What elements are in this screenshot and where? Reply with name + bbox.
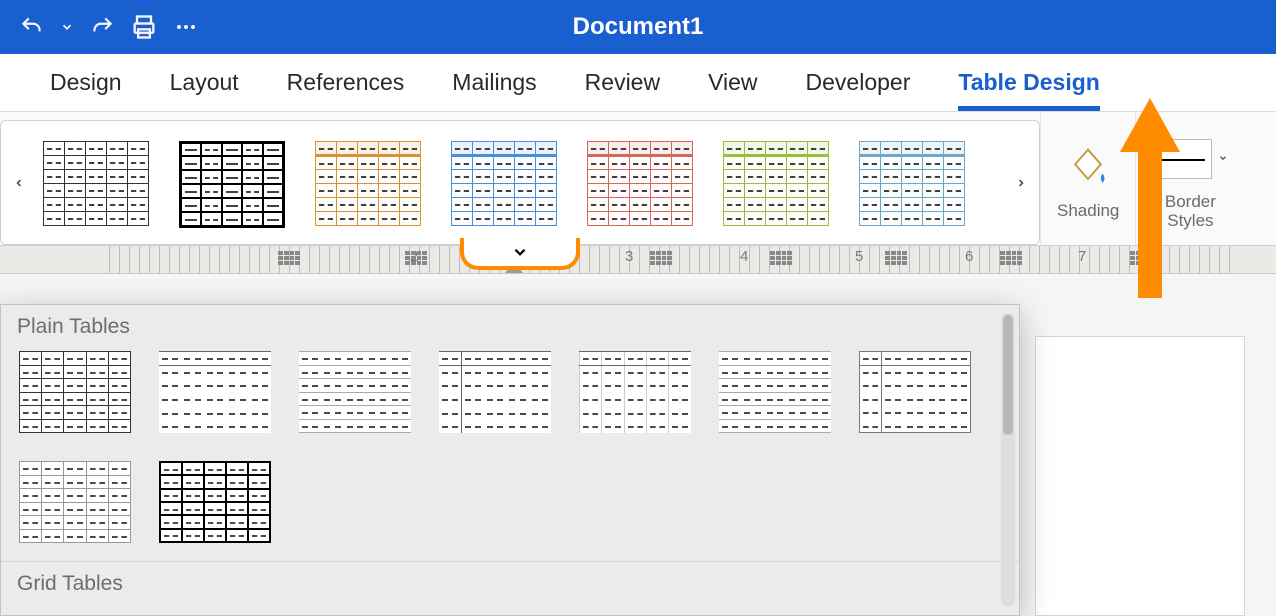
tab-marker-icon: [405, 251, 427, 265]
border-styles-group: Border Styles: [1135, 112, 1244, 245]
title-bar: Document1: [0, 0, 1276, 54]
tab-marker-icon: [1130, 251, 1152, 265]
tab-design[interactable]: Design: [50, 55, 122, 110]
table-style-red[interactable]: [587, 141, 693, 225]
tab-marker-icon: [770, 251, 792, 265]
tab-marker-icon: [650, 251, 672, 265]
quick-access-toolbar: [18, 13, 200, 41]
shading-group: Shading: [1040, 112, 1135, 245]
ribbon-content: Shading Border Styles: [0, 112, 1276, 246]
gallery-items: [33, 141, 1007, 225]
tab-view[interactable]: View: [708, 55, 757, 110]
undo-button[interactable]: [18, 13, 46, 41]
plain-table-style[interactable]: [859, 351, 971, 433]
shading-label: Shading: [1057, 202, 1119, 221]
border-style-swatch: [1152, 139, 1212, 179]
ruler-tick-label: 5: [855, 248, 863, 265]
scrollbar-thumb[interactable]: [1003, 315, 1013, 435]
tab-developer[interactable]: Developer: [806, 55, 911, 110]
table-style-blue[interactable]: [451, 141, 557, 225]
gallery-scroll-left[interactable]: [5, 119, 33, 247]
tab-table-design[interactable]: Table Design: [958, 55, 1099, 110]
dropdown-scrollbar[interactable]: [1001, 313, 1015, 607]
undo-split-chevron[interactable]: [60, 13, 74, 41]
dropdown-section-grid-tables: Grid Tables: [1, 561, 1019, 608]
dropdown-section-plain-tables: Plain Tables: [1, 305, 1019, 351]
plain-table-style[interactable]: [19, 351, 131, 433]
plain-table-style[interactable]: [579, 351, 691, 433]
table-style-plain[interactable]: [43, 141, 149, 225]
table-style-green[interactable]: [723, 141, 829, 225]
plain-table-style[interactable]: [299, 351, 411, 433]
plain-table-style[interactable]: [19, 461, 131, 543]
ruler-tick-label: 7: [1078, 248, 1086, 265]
table-style-bold-black[interactable]: [179, 141, 285, 225]
chevron-down-icon: [1218, 152, 1228, 166]
tab-review[interactable]: Review: [585, 55, 660, 110]
border-styles-label: Border Styles: [1165, 193, 1216, 230]
redo-button[interactable]: [88, 13, 116, 41]
horizontal-ruler[interactable]: 2 3 4 5 6 7: [0, 246, 1276, 274]
ruler-tick-label: 4: [740, 248, 748, 265]
table-style-orange[interactable]: [315, 141, 421, 225]
tab-marker-icon: [885, 251, 907, 265]
plain-table-style[interactable]: [159, 351, 271, 433]
tab-mailings[interactable]: Mailings: [452, 55, 536, 110]
tab-marker-icon: [278, 251, 300, 265]
ribbon-tabs: Design Layout References Mailings Review…: [0, 54, 1276, 112]
table-styles-gallery: [0, 120, 1040, 245]
plain-table-style[interactable]: [719, 351, 831, 433]
ruler-tick-label: 3: [625, 248, 633, 265]
print-button[interactable]: [130, 13, 158, 41]
tab-marker-icon: [1000, 251, 1022, 265]
plain-tables-grid: [1, 351, 1019, 561]
plain-table-style[interactable]: [439, 351, 551, 433]
table-styles-dropdown: Plain Tables Grid Tables: [0, 304, 1020, 616]
border-styles-button[interactable]: [1152, 129, 1228, 189]
tab-references[interactable]: References: [287, 55, 405, 110]
more-commands-button[interactable]: [172, 13, 200, 41]
gallery-expand-button[interactable]: [460, 238, 580, 270]
plain-table-style[interactable]: [159, 461, 271, 543]
ruler-tick-label: 6: [965, 248, 973, 265]
tab-layout[interactable]: Layout: [170, 55, 239, 110]
table-style-teal[interactable]: [859, 141, 965, 225]
gallery-scroll-right[interactable]: [1007, 119, 1035, 247]
document-page: [1035, 336, 1245, 616]
shading-button[interactable]: [1066, 138, 1110, 198]
